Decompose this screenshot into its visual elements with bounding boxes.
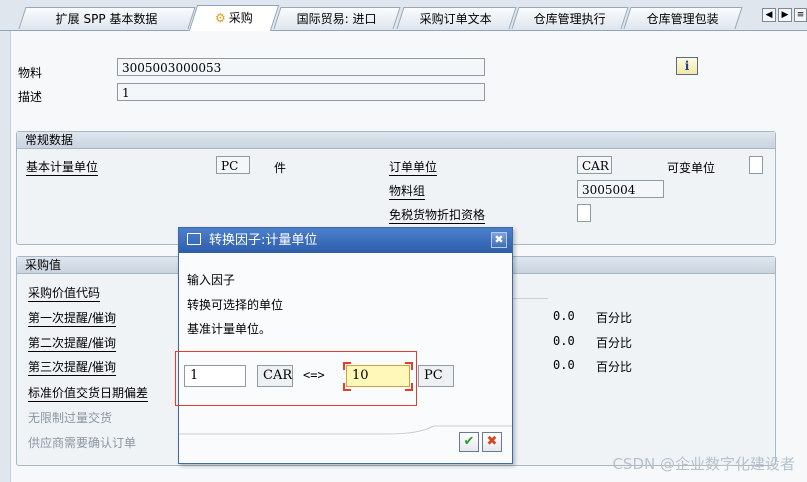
order-unit-label: 订单单位 [389,160,438,176]
tab-purchasing[interactable]: ⚙ 采购 [188,5,280,31]
variable-unit-checkbox[interactable] [749,156,763,174]
base-uom-text: 件 [274,161,287,175]
tab-extended-spp[interactable]: 扩展 SPP 基本数据 [18,7,196,29]
vendor-confirm-label: 供应商需要确认订单 [28,436,137,450]
tax-discount-checkbox[interactable] [577,204,591,222]
reminder3-unit: 百分比 [596,360,633,374]
gear-icon: ⚙ [215,11,226,25]
reminder3-value: 0.0 [553,358,575,372]
tab-warehouse-exec[interactable]: 仓库管理执行 [511,7,629,29]
tab-strip: 扩展 SPP 基本数据 ⚙ 采购 国际贸易: 进口 采购订单文本 仓库管理执行 仓… [0,0,807,31]
window-icon [187,233,201,245]
focus-corner [343,383,351,391]
variable-unit-label: 可变单位 [667,161,716,175]
reminder3-label: 第三次提醒/催询 [28,360,117,376]
ok-button[interactable]: ✔ [459,432,479,452]
tab-list-icon[interactable]: ≡ [794,8,807,22]
tab-label: 仓库管理包装 [646,12,719,26]
material-group-label: 物料组 [389,184,426,200]
tab-scroll-right-icon[interactable]: ▶ [778,8,792,22]
order-unit-field[interactable]: CAR [577,156,612,174]
reminder2-label: 第二次提醒/催询 [28,336,117,352]
dialog-line3: 基准计量单位。 [187,322,272,336]
watermark: CSDN @企业数字化建设者 [612,455,795,473]
tab-label: 采购 [228,11,253,25]
material-label: 物料 [18,66,43,80]
material-field[interactable]: 3005003000053 [117,58,485,76]
tab-warehouse-pack[interactable]: 仓库管理包装 [623,7,743,29]
unlimited-overdelivery-label: 无限制过量交货 [28,411,113,425]
reminder2-unit: 百分比 [596,336,633,350]
base-unit-field: PC [418,365,454,387]
std-deviation-label: 标准价值交货日期偏差 [28,386,149,402]
description-label: 描述 [18,90,43,104]
base-quantity-input[interactable]: 10 [346,365,410,387]
tab-label: 国际贸易: 进口 [296,12,377,26]
reminder2-value: 0.0 [553,334,575,348]
focus-corner [405,383,413,391]
base-uom-label: 基本计量单位 [26,160,99,176]
tab-po-text[interactable]: 采购订单文本 [396,7,517,29]
dialog-titlebar[interactable]: 转换因子:计量单位 ✖ [179,228,512,253]
alt-quantity-input[interactable]: 1 [184,365,246,387]
tab-label: 扩展 SPP 基本数据 [55,12,158,26]
dialog-title: 转换因子:计量单位 [209,233,318,248]
tab-label: 仓库管理执行 [533,12,606,26]
alt-unit-field: CAR [257,365,293,387]
reminder1-label: 第一次提醒/催询 [28,311,117,327]
group-title: 常规数据 [17,132,775,149]
conversion-arrow: <=> [303,368,325,382]
material-group-field[interactable]: 3005004 [577,180,664,198]
description-field[interactable]: 1 [117,83,485,101]
reminder1-value: 0.0 [553,309,575,323]
reminder1-unit: 百分比 [596,311,633,325]
tab-foreign-trade-import[interactable]: 国际贸易: 进口 [273,7,401,29]
tab-label: 采购订单文本 [420,12,493,26]
focus-corner [343,362,351,370]
info-icon[interactable]: i [676,57,698,75]
cancel-button[interactable]: ✖ [482,432,502,452]
conversion-factor-dialog: 转换因子:计量单位 ✖ 输入因子 转换可选择的单位 基准计量单位。 1 CAR … [175,227,513,464]
dialog-line2: 转换可选择的单位 [187,298,284,312]
purchasing-value-key-label: 采购价值代码 [28,286,101,302]
focus-corner [405,362,413,370]
close-icon[interactable]: ✖ [491,232,507,248]
tax-discount-label: 免税货物折扣资格 [389,208,486,224]
dialog-line1: 输入因子 [187,273,236,287]
base-uom-field[interactable]: PC [216,156,250,174]
tab-scroll-left-icon[interactable]: ◀ [762,8,776,22]
